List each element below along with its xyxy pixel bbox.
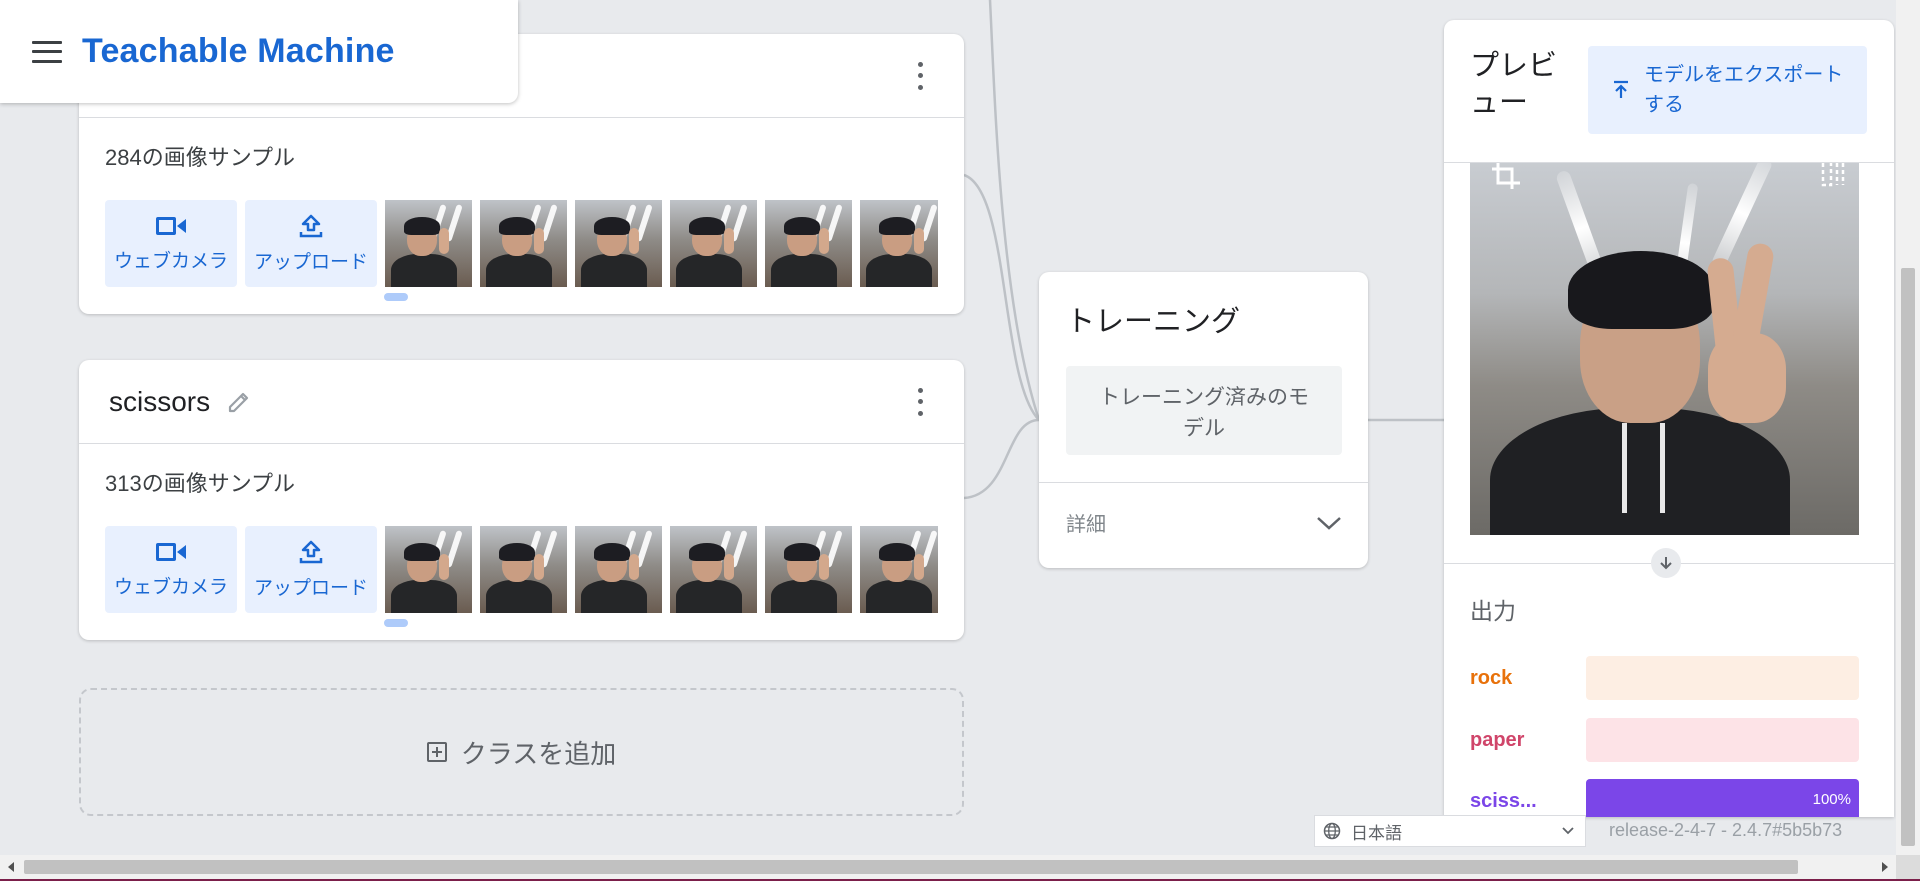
preview-title: プレビュー (1470, 50, 1558, 119)
crop-icon[interactable] (1492, 163, 1524, 189)
language-label: 日本語 (1351, 823, 1402, 843)
output-label: rock (1470, 666, 1513, 689)
class-name[interactable]: scissors (109, 386, 210, 418)
class-card-body: 313の画像サンプル ウェブカメラ アップロード (79, 444, 964, 627)
webcam-button[interactable]: ウェブカメラ (105, 200, 237, 287)
videocam-icon (156, 543, 186, 561)
app-title[interactable]: Teachable Machine (82, 32, 395, 71)
sample-count: 313の画像サンプル (105, 471, 296, 496)
class-card-body: 284の画像サンプル ウェブカメラ アップロード (79, 118, 964, 301)
flip-icon[interactable] (1819, 163, 1849, 189)
output-row: rock (1470, 656, 1859, 700)
sample-thumbnail[interactable] (385, 200, 472, 287)
sample-thumbnail[interactable] (575, 526, 662, 613)
webcam-preview (1470, 163, 1859, 535)
sample-thumbnail[interactable] (670, 200, 757, 287)
webcam-label: ウェブカメラ (113, 251, 228, 272)
confidence-bar (1586, 656, 1859, 700)
scrollbar-thumb[interactable] (24, 860, 1798, 874)
globe-icon (1323, 822, 1341, 840)
sample-thumbnail[interactable] (575, 200, 662, 287)
preview-panel: プレビュー モデルをエクスポートする 出力 rock paper sciss..… (1444, 20, 1894, 817)
upload-label: アップロード (253, 252, 368, 273)
output-row: sciss... 100% (1470, 779, 1859, 817)
vertical-scrollbar[interactable] (1896, 0, 1920, 855)
sample-thumbnail[interactable] (480, 526, 567, 613)
version-text: release-2-4-7 - 2.4.7#5b5b73 (1609, 820, 1843, 840)
upload-icon (299, 540, 323, 564)
app-header: Teachable Machine (0, 0, 518, 103)
output-label: paper (1470, 728, 1525, 751)
sample-row: ウェブカメラ アップロード (105, 526, 938, 614)
class-card-header: scissors (79, 360, 964, 444)
upload-label: アップロード (253, 578, 368, 599)
output-row: paper (1470, 718, 1859, 762)
upload-button[interactable]: アップロード (245, 200, 377, 287)
add-class-button[interactable]: クラスを追加 (79, 688, 964, 816)
scroll-corner (1896, 855, 1920, 879)
scroll-indicator (384, 619, 408, 627)
scroll-right-icon[interactable] (1878, 855, 1892, 879)
videocam-icon (156, 217, 186, 235)
scrollbar-thumb[interactable] (1901, 268, 1915, 846)
add-class-label: クラスを追加 (460, 738, 617, 769)
sample-thumbnail[interactable] (670, 526, 757, 613)
class-card: scissors 313の画像サンプル ウェブカメラ アップロード (79, 360, 964, 640)
more-options-icon[interactable] (916, 387, 924, 416)
output-title: 出力 (1470, 598, 1516, 624)
edit-icon[interactable] (226, 389, 252, 415)
sample-thumbnail[interactable] (765, 200, 852, 287)
sample-row: ウェブカメラ アップロード (105, 200, 938, 288)
output-label: sciss... (1470, 789, 1537, 812)
webcam-button[interactable]: ウェブカメラ (105, 526, 237, 613)
advanced-details-toggle[interactable]: 詳細 (1066, 508, 1342, 537)
upload-icon (299, 214, 323, 238)
divider (1039, 482, 1368, 483)
confidence-bar (1586, 718, 1859, 762)
sample-thumbnail[interactable] (765, 526, 852, 613)
export-model-button[interactable]: モデルをエクスポートする (1588, 46, 1867, 134)
chevron-down-icon (1317, 516, 1341, 530)
train-model-button[interactable]: トレーニング済みのモデル (1066, 366, 1342, 455)
export-label: モデルをエクスポートする (1644, 64, 1844, 116)
arrow-down-icon (1651, 548, 1681, 578)
chevron-down-icon (1562, 827, 1574, 835)
confidence-percent: 100% (1812, 791, 1851, 808)
scroll-indicator (384, 293, 408, 301)
menu-icon[interactable] (32, 40, 62, 63)
export-icon (1614, 80, 1628, 98)
training-title: トレーニング (1066, 306, 1241, 338)
sample-thumbnail[interactable] (860, 200, 938, 287)
horizontal-scrollbar[interactable] (0, 855, 1896, 879)
add-box-icon (426, 742, 447, 762)
language-select[interactable]: 日本語 (1314, 815, 1586, 847)
more-options-icon[interactable] (916, 61, 924, 90)
scroll-left-icon[interactable] (4, 855, 18, 879)
webcam-label: ウェブカメラ (113, 577, 228, 598)
sample-thumbnail[interactable] (480, 200, 567, 287)
sample-thumbnail[interactable] (860, 526, 938, 613)
upload-button[interactable]: アップロード (245, 526, 377, 613)
confidence-bar: 100% (1586, 779, 1859, 817)
details-label: 詳細 (1066, 514, 1106, 536)
sample-thumbnail[interactable] (385, 526, 472, 613)
training-card: トレーニング トレーニング済みのモデル 詳細 (1039, 272, 1368, 568)
sample-count: 284の画像サンプル (105, 145, 296, 170)
